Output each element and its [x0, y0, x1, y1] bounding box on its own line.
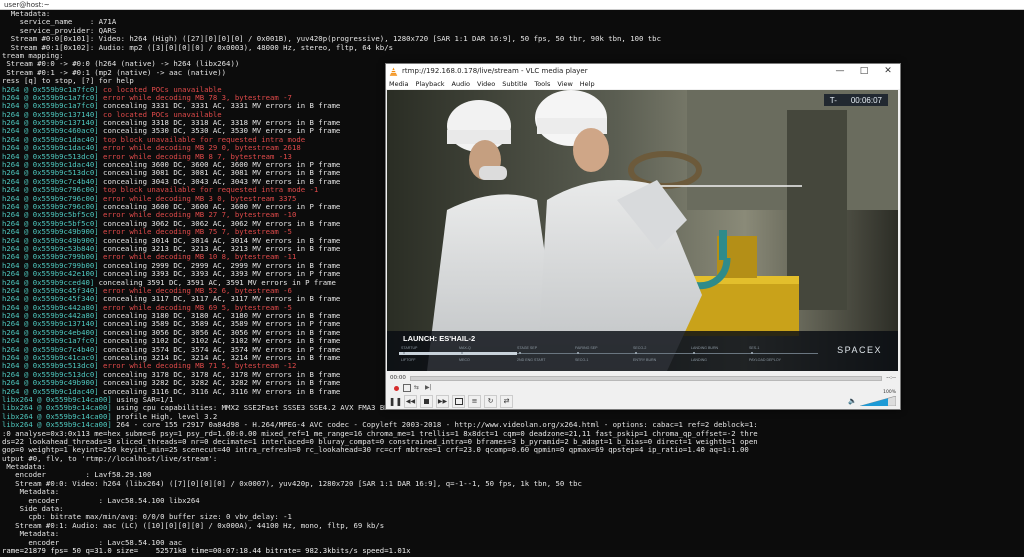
next-button[interactable]: ▶▶ — [436, 394, 449, 408]
timeline-milestone: PAYLOAD DEPLOY — [749, 358, 782, 362]
terminal-line: Metadata: — [2, 462, 46, 472]
menu-tools[interactable]: Tools — [534, 80, 550, 88]
terminal-line: rame=21879 fps= 50 q=31.0 size= 52571kB … — [2, 546, 411, 555]
volume-label: 100% — [883, 390, 896, 395]
playlist-button[interactable]: ≡ — [468, 394, 481, 408]
loop-ab-icon[interactable]: ⇆ — [414, 384, 422, 392]
close-icon[interactable]: ✕ — [876, 66, 900, 76]
time-elapsed: 00:00 — [390, 375, 406, 381]
timeline-milestone: LANDING BURN — [691, 346, 719, 350]
launch-bar: LAUNCH: ES'HAIL-2 STARTUP LIFTOFF MAX-Q MEC… — [387, 331, 898, 371]
terminal-line-source: libx264 @ 0x559b9c14ca00] — [2, 420, 117, 430]
timeline-milestone: 2ND ENG START — [517, 358, 546, 362]
timeline-milestone: STARTUP — [401, 346, 418, 350]
volume-icon[interactable]: 🔈 — [848, 397, 857, 405]
video-area[interactable]: T- 00:06:07 LAUNCH: ES'HAIL-2 STARTUP LIF… — [387, 90, 898, 371]
terminal-line-message: 264 - core 155 r2917 0a84d98 - H.264/MPE… — [116, 420, 758, 430]
vlc-menubar: Media Playback Audio Video Subtitle Tool… — [386, 78, 900, 89]
menu-video[interactable]: Video — [477, 80, 495, 88]
terminal-line: Stream #0:1: Audio: aac (LC) ([10][0][0]… — [2, 520, 385, 530]
menu-media[interactable]: Media — [389, 80, 409, 88]
seek-row: 00:00 --:-- — [390, 374, 896, 382]
terminal-titlebar: user@host:~ — [0, 0, 1024, 10]
countdown-prefix: T- — [829, 95, 837, 105]
volume-slider[interactable]: 100% — [860, 390, 896, 406]
menu-view[interactable]: View — [557, 80, 572, 88]
time-total: --:-- — [886, 375, 896, 381]
stop-button[interactable] — [420, 394, 433, 408]
timeline-marker — [519, 352, 521, 354]
timeline-marker — [751, 352, 753, 354]
menu-subtitle[interactable]: Subtitle — [502, 80, 527, 88]
vlc-titlebar: rtmp://192.168.0.178/live/stream - VLC m… — [386, 64, 900, 78]
record-icon[interactable] — [392, 384, 400, 392]
vlc-controls: 00:00 --:-- ⇆ ▶| ❚❚ ◀◀ ▶▶ ≡ ↻ ⇄ 🔈 100% — [386, 371, 900, 409]
seek-bar[interactable] — [409, 375, 883, 381]
terminal-line: encoder : Lavc58.54.100 libx264 — [2, 495, 200, 505]
timeline-milestone: SECO-2 — [633, 346, 647, 350]
timeline-milestone: FAIRING SEP — [575, 346, 598, 350]
timeline-milestone: ENTRY BURN — [633, 358, 657, 362]
vlc-title: rtmp://192.168.0.178/live/stream - VLC m… — [402, 67, 588, 75]
countdown-box: T- 00:06:07 — [823, 94, 888, 106]
timeline-milestone: LIFTOFF — [401, 358, 416, 362]
vlc-window[interactable]: rtmp://192.168.0.178/live/stream - VLC m… — [385, 63, 901, 410]
timeline-milestone: SECO-1 — [575, 358, 589, 362]
terminal-line: utput #0, flv, to 'rtmp://localhost/live… — [2, 453, 218, 463]
loop-button[interactable]: ↻ — [484, 394, 497, 408]
spacex-logo: SPACEX — [837, 345, 882, 355]
timeline-milestone: SES-1 — [749, 346, 760, 350]
menu-help[interactable]: Help — [580, 80, 595, 88]
terminal-title: user@host:~ — [4, 0, 50, 9]
snapshot-icon[interactable] — [403, 384, 411, 392]
video-frame — [387, 90, 898, 371]
launch-label: LAUNCH: ES'HAIL-2 — [403, 334, 476, 343]
vlc-cone-icon — [389, 66, 398, 76]
terminal-line: Stream #0:1[0x102]: Audio: mp2 ([3][0][0… — [2, 42, 393, 52]
shuffle-button[interactable]: ⇄ — [500, 394, 513, 408]
menu-playback[interactable]: Playback — [416, 80, 445, 88]
maximize-icon[interactable]: □ — [852, 66, 876, 76]
terminal-line: service_name : A71A — [2, 17, 117, 27]
timeline-marker — [635, 352, 637, 354]
terminal-line: Metadata: — [2, 9, 51, 18]
timeline-marker — [693, 352, 695, 354]
menu-audio[interactable]: Audio — [452, 80, 470, 88]
fullscreen-button[interactable] — [452, 394, 465, 408]
advanced-controls-row: ⇆ ▶| — [392, 384, 433, 392]
countdown-time: 00:06:07 — [850, 95, 882, 105]
terminal-line: Stream #0:0: Video: h264 (libx264) ([7][… — [2, 478, 582, 488]
minimize-icon[interactable]: — — [828, 66, 852, 76]
timeline-marker — [461, 352, 463, 354]
timeline-milestone: LANDING — [691, 358, 707, 362]
previous-button[interactable]: ◀◀ — [404, 394, 417, 408]
main-controls-row: ❚❚ ◀◀ ▶▶ ≡ ↻ ⇄ 🔈 100% — [389, 390, 896, 408]
timeline-milestone: MECO — [459, 358, 470, 362]
timeline-marker — [403, 352, 405, 354]
frame-step-icon[interactable]: ▶| — [425, 384, 433, 392]
timeline-milestone: MAX-Q — [459, 346, 471, 350]
timeline-milestone: STAGE SEP — [517, 346, 538, 350]
play-button[interactable]: ❚❚ — [389, 396, 402, 407]
timeline-marker — [577, 352, 579, 354]
timeline-milestones: STARTUP LIFTOFF MAX-Q MECO STAGE SEP 2ND ENG … — [401, 346, 821, 368]
